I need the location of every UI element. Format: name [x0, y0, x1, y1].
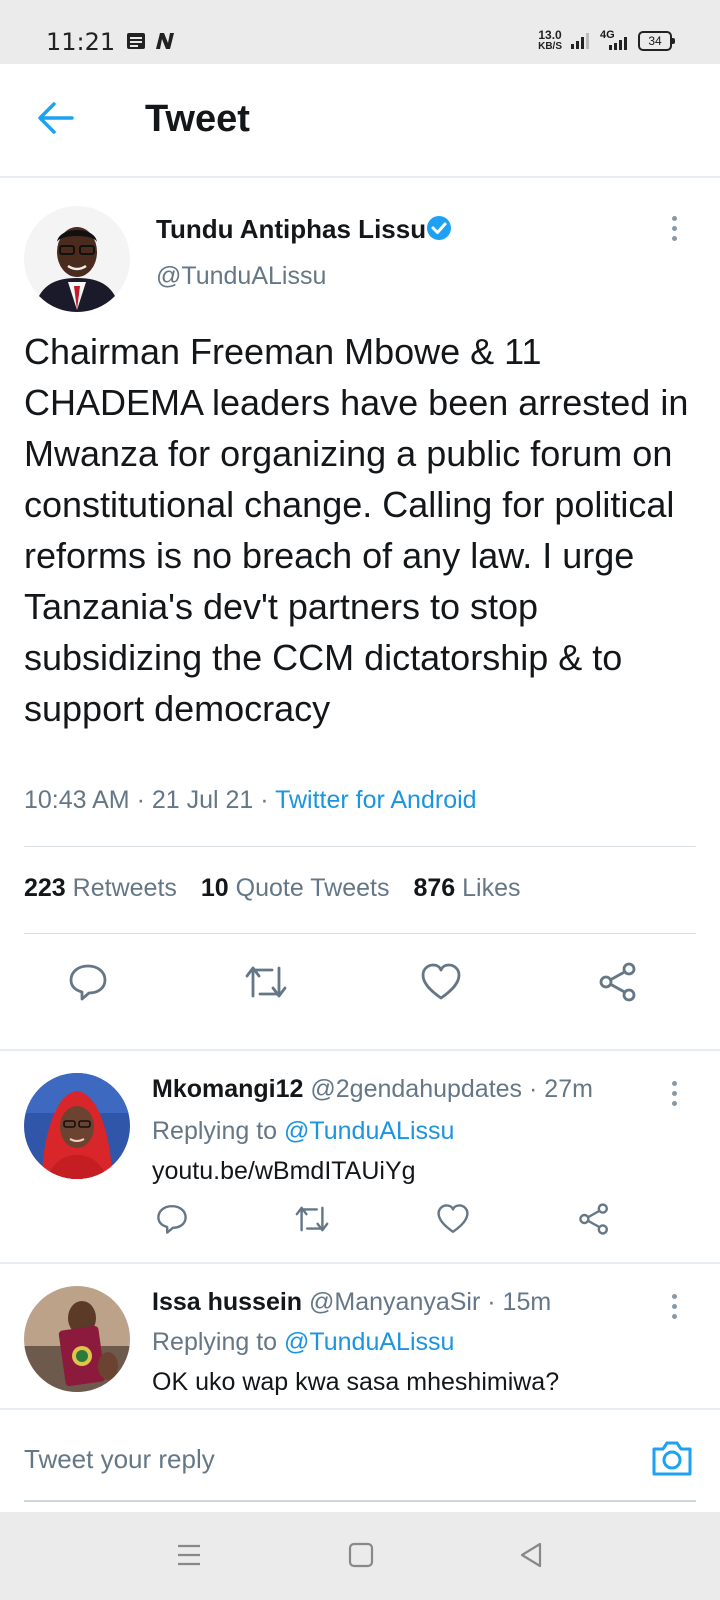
tweet-meta: 10:43 AM · 21 Jul 21 · Twitter for Andro… — [24, 786, 477, 815]
menu-nav-button[interactable] — [176, 1542, 202, 1573]
reply-icon — [69, 964, 107, 1001]
reply-body-link[interactable]: youtu.be/wBmdITAUiYg — [152, 1157, 416, 1186]
top-app-bar: Tweet — [0, 64, 720, 178]
replying-label: Replying to — [152, 1328, 278, 1356]
like-button[interactable] — [436, 1203, 470, 1240]
divider — [24, 933, 696, 934]
quote-tweets-count: 10 — [200, 874, 229, 902]
reply-input[interactable]: Tweet your reply — [24, 1444, 215, 1475]
author-name[interactable]: Tundu Antiphas Lissu — [156, 214, 426, 245]
avatar-image — [24, 1286, 130, 1392]
retweet-button[interactable] — [244, 962, 288, 1007]
reply-button[interactable] — [68, 962, 108, 1007]
verified-badge-icon — [425, 214, 453, 247]
home-square-icon — [348, 1542, 374, 1568]
home-nav-button[interactable] — [348, 1542, 374, 1573]
reply-avatar[interactable] — [24, 1073, 130, 1179]
camera-icon — [652, 1441, 692, 1476]
divider — [24, 846, 696, 847]
more-options-icon[interactable] — [672, 1294, 678, 1324]
retweet-icon — [245, 966, 287, 998]
reply-compose-bar: Tweet your reply — [0, 1408, 720, 1514]
replying-to: Replying to @TunduALissu — [152, 1328, 454, 1357]
reply-icon — [157, 1205, 187, 1234]
quote-tweets-stat[interactable]: 10 Quote Tweets — [201, 874, 390, 903]
battery-indicator: 34 — [638, 31, 675, 51]
tweet-timestamp: 10:43 AM · 21 Jul 21 · — [24, 786, 276, 814]
reply-avatar[interactable] — [24, 1286, 130, 1392]
status-time: 11:21 — [46, 28, 116, 56]
reply-header: Mkomangi12 @2gendahupdates · 27m — [152, 1075, 593, 1104]
reply-author-name[interactable]: Issa hussein — [152, 1288, 302, 1316]
reply-author-handle[interactable]: @2gendahupdates — [310, 1075, 522, 1103]
retweets-label: Retweets — [72, 874, 177, 902]
camera-button[interactable] — [650, 1438, 694, 1483]
likes-label: Likes — [462, 874, 521, 902]
reply-author-handle[interactable]: @ManyanyaSir — [309, 1288, 480, 1316]
likes-count: 876 — [413, 874, 456, 902]
quote-tweets-label: Quote Tweets — [235, 874, 390, 902]
more-options-icon[interactable] — [672, 1081, 678, 1111]
share-icon — [599, 962, 636, 1002]
net-speed-value: 13.0 — [538, 28, 562, 42]
reply-body: OK uko wap kwa sasa mheshimiwa? — [152, 1368, 560, 1396]
reply-time: · 27m — [529, 1075, 593, 1103]
message-notification-icon — [127, 33, 145, 49]
author-avatar[interactable] — [24, 206, 130, 312]
share-button[interactable] — [578, 1203, 610, 1240]
replying-to: Replying to @TunduALissu — [152, 1117, 454, 1146]
share-button[interactable] — [598, 962, 638, 1007]
reply-time: · 15m — [487, 1288, 552, 1316]
back-arrow-icon — [38, 102, 74, 134]
more-options-icon[interactable] — [672, 216, 678, 246]
reply-button[interactable] — [156, 1203, 188, 1240]
back-button[interactable] — [36, 100, 74, 141]
network-4g: 4G — [600, 29, 630, 51]
heart-icon — [421, 963, 461, 1000]
like-button[interactable] — [420, 962, 462, 1007]
avatar-image — [24, 206, 130, 312]
likes-stat[interactable]: 876 Likes — [413, 874, 520, 903]
tweet-source-link[interactable]: Twitter for Android — [275, 786, 476, 814]
status-right: 13.0 KB/S 4G 34 — [538, 28, 675, 52]
retweets-stat[interactable]: 223 Retweets — [24, 874, 177, 903]
signal-4g-icon — [609, 37, 627, 50]
retweets-count: 223 — [24, 874, 66, 902]
replying-to-link[interactable]: @TunduALissu — [284, 1117, 454, 1145]
status-notifications — [126, 32, 176, 50]
author-handle[interactable]: @TunduALissu — [156, 262, 326, 291]
replying-label: Replying to — [152, 1117, 278, 1145]
net-speed: 13.0 KB/S — [538, 28, 562, 52]
tweet-actions — [0, 956, 720, 1036]
system-nav-bar — [0, 1512, 720, 1600]
heart-icon — [437, 1204, 469, 1233]
reply-header: Issa hussein @ManyanyaSir · 15m — [152, 1288, 551, 1317]
share-icon — [579, 1203, 608, 1235]
net-speed-unit: KB/S — [538, 41, 562, 52]
back-triangle-icon — [520, 1542, 542, 1568]
replying-to-link[interactable]: @TunduALissu — [284, 1328, 454, 1356]
reply-item[interactable]: Mkomangi12 @2gendahupdates · 27m Replyin… — [0, 1051, 720, 1263]
page-title: Tweet — [145, 98, 250, 140]
tweet-stats: 223 Retweets 10 Quote Tweets 876 Likes — [24, 874, 521, 903]
reply-author-name[interactable]: Mkomangi12 — [152, 1075, 303, 1103]
avatar-image — [24, 1073, 130, 1179]
tweet-text: Chairman Freeman Mbowe & 11 CHADEMA lead… — [24, 331, 689, 729]
app-n-notification-icon — [156, 33, 174, 49]
menu-icon — [178, 1544, 200, 1566]
retweet-button[interactable] — [294, 1203, 330, 1240]
reply-item[interactable]: Issa hussein @ManyanyaSir · 15m Replying… — [0, 1264, 720, 1408]
back-nav-button[interactable] — [518, 1542, 544, 1573]
status-bar: 11:21 13.0 KB/S 4G 34 — [0, 0, 720, 64]
compose-underline — [24, 1500, 696, 1502]
retweet-icon — [295, 1206, 329, 1232]
signal-icon — [571, 33, 589, 49]
